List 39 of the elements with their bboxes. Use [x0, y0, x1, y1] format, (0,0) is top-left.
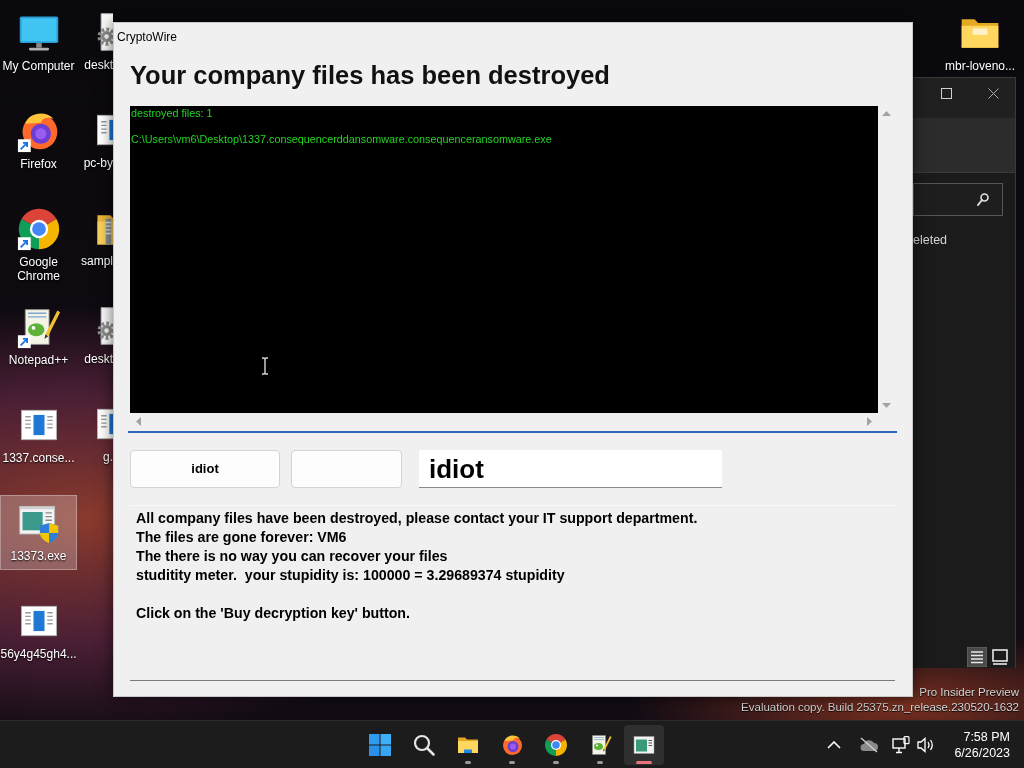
log-line: destroyed files: 1	[131, 107, 213, 120]
text-field[interactable]: idiot	[419, 450, 722, 488]
search-icon	[977, 193, 989, 206]
message-text: The there is no way you can recover your files	[136, 547, 448, 566]
window-title: CryptoWire	[117, 30, 177, 44]
close-icon[interactable]	[988, 88, 999, 99]
desktop-shortcut[interactable]: 1337.conse...	[0, 397, 77, 472]
log-output[interactable]: destroyed files: 1 C:\Users\vm6\Desktop\1337.consequencerddansomware.consequenceransomware.exe	[130, 106, 878, 413]
desktop-shortcut[interactable]: 13373.exe	[0, 495, 77, 570]
search-field[interactable]	[913, 183, 1003, 216]
taskbar-app-button[interactable]	[624, 724, 664, 765]
alert-heading: Your company files has been destroyed	[130, 60, 610, 90]
message-text: The files are gone forever: VM6	[136, 528, 347, 547]
chrome-icon	[544, 732, 568, 757]
text-cursor-icon	[261, 357, 269, 375]
start-icon	[368, 732, 392, 757]
build-info-text: Evaluation copy. Build 25375.zn_release.230520-1632	[741, 700, 1019, 715]
list-text: eleted	[913, 233, 948, 248]
search-icon	[412, 732, 436, 757]
maximize-icon[interactable]	[941, 88, 952, 99]
volume-icon[interactable]	[916, 736, 935, 753]
desktop-shortcut[interactable]: My Computer	[0, 5, 77, 80]
cloud-off-icon[interactable]	[859, 736, 880, 753]
thumbnail-view-icon[interactable]	[990, 647, 1010, 667]
message-text: All company files have been destroyed, please contact your IT support department.	[136, 509, 698, 528]
chevron-up-icon[interactable]	[827, 740, 842, 749]
desktop-shortcut[interactable]: Firefox	[0, 103, 77, 178]
clock-button[interactable]: 7:58 PM 6/26/2023	[952, 728, 1012, 761]
log-line: C:\Users\vm6\Desktop\1337.consequencerddansomware.consequenceransomware.exe	[131, 133, 552, 146]
desktop-shortcut[interactable]: 56y4g45gh4...	[0, 593, 77, 668]
action-button[interactable]: idiot	[130, 450, 280, 488]
message-text: studitity meter. your stupidity is: 100000 = 3.29689374 stupidity	[136, 566, 565, 585]
list-view-icon[interactable]	[967, 647, 987, 667]
desktop-shortcut[interactable]: Google Chrome	[0, 201, 77, 290]
message-text: Click on the 'Buy decryption key' button.	[136, 604, 410, 623]
build-info-text: Pro Insider Preview	[919, 685, 1019, 700]
chrome-icon	[16, 207, 61, 251]
network-icon[interactable]	[892, 735, 911, 754]
desktop-shortcut[interactable]: Notepad++	[0, 299, 77, 374]
